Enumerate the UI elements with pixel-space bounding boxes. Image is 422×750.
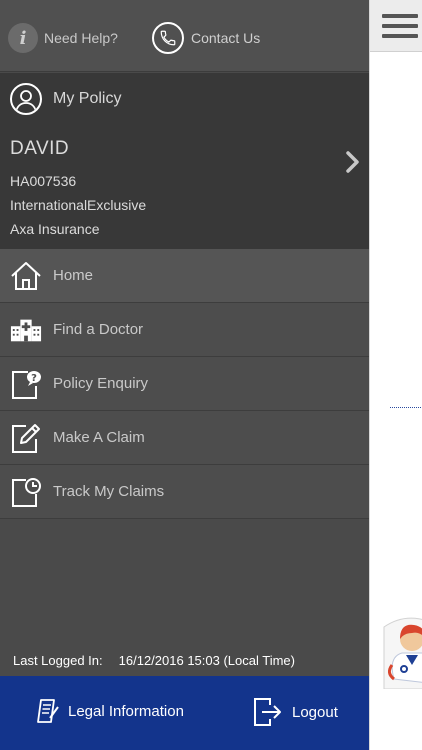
my-policy-header: My Policy (10, 83, 121, 115)
menu-item-label: Home (53, 267, 94, 284)
policy-insurer: Axa Insurance (10, 221, 100, 237)
help-bar: i Need Help? Contact Us (0, 0, 369, 72)
need-help-button[interactable]: i Need Help? (8, 22, 118, 54)
logout-button[interactable]: Logout (252, 696, 338, 728)
last-logged-value: 16/12/2016 15:03 (Local Time) (118, 653, 295, 668)
chevron-right-icon[interactable] (345, 151, 361, 178)
logout-icon (252, 696, 284, 728)
last-logged-label: Last Logged In: (13, 653, 103, 668)
menu-item-track-claims[interactable]: Track My Claims (0, 465, 369, 519)
phone-icon (152, 22, 184, 54)
need-help-label: Need Help? (44, 30, 118, 46)
contact-us-button[interactable]: Contact Us (152, 22, 260, 54)
navigation-drawer: i Need Help? Contact Us My Policy DAVID … (0, 0, 369, 750)
logout-label: Logout (292, 703, 338, 721)
legal-information-button[interactable]: Legal Information (36, 698, 184, 724)
dotted-divider (390, 407, 422, 408)
contact-us-label: Contact Us (191, 30, 261, 46)
info-icon: i (8, 23, 38, 53)
menu-item-label: Track My Claims (53, 483, 165, 500)
policy-card[interactable]: My Policy DAVID HA007536 InternationalEx… (0, 73, 369, 249)
main-content-peek[interactable] (369, 0, 422, 750)
menu-item-home[interactable]: Home (0, 249, 369, 303)
enquiry-icon: ? (10, 368, 42, 400)
home-icon (10, 260, 42, 292)
policy-holder-name: DAVID (10, 138, 70, 159)
menu-item-policy-enquiry[interactable]: ? Policy Enquiry (0, 357, 369, 411)
policy-number: HA007536 (10, 173, 77, 189)
menu-item-label: Policy Enquiry (53, 375, 149, 392)
last-logged-in: Last Logged In: 16/12/2016 15:03 (Local T… (13, 653, 295, 668)
menu-item-label: Find a Doctor (53, 321, 144, 338)
edit-icon (10, 422, 42, 454)
clock-document-icon (10, 476, 42, 508)
document-pen-icon (36, 698, 60, 724)
hamburger-menu-icon[interactable] (382, 14, 418, 40)
policy-plan: InternationalExclusive (10, 197, 147, 213)
legal-information-label: Legal Information (68, 702, 184, 720)
doctor-avatar-icon[interactable] (380, 617, 422, 694)
menu-list: Home Find a Doctor ? Policy Enquiry Make… (0, 249, 369, 519)
user-icon (10, 83, 42, 115)
my-policy-title: My Policy (53, 90, 122, 107)
menu-item-label: Make A Claim (53, 429, 145, 446)
menu-item-make-claim[interactable]: Make A Claim (0, 411, 369, 465)
top-bar (370, 0, 422, 52)
menu-item-find-doctor[interactable]: Find a Doctor (0, 303, 369, 357)
hospital-icon (10, 314, 42, 346)
bottom-bar: Legal Information Logout (0, 676, 369, 750)
svg-text:?: ? (31, 373, 37, 384)
